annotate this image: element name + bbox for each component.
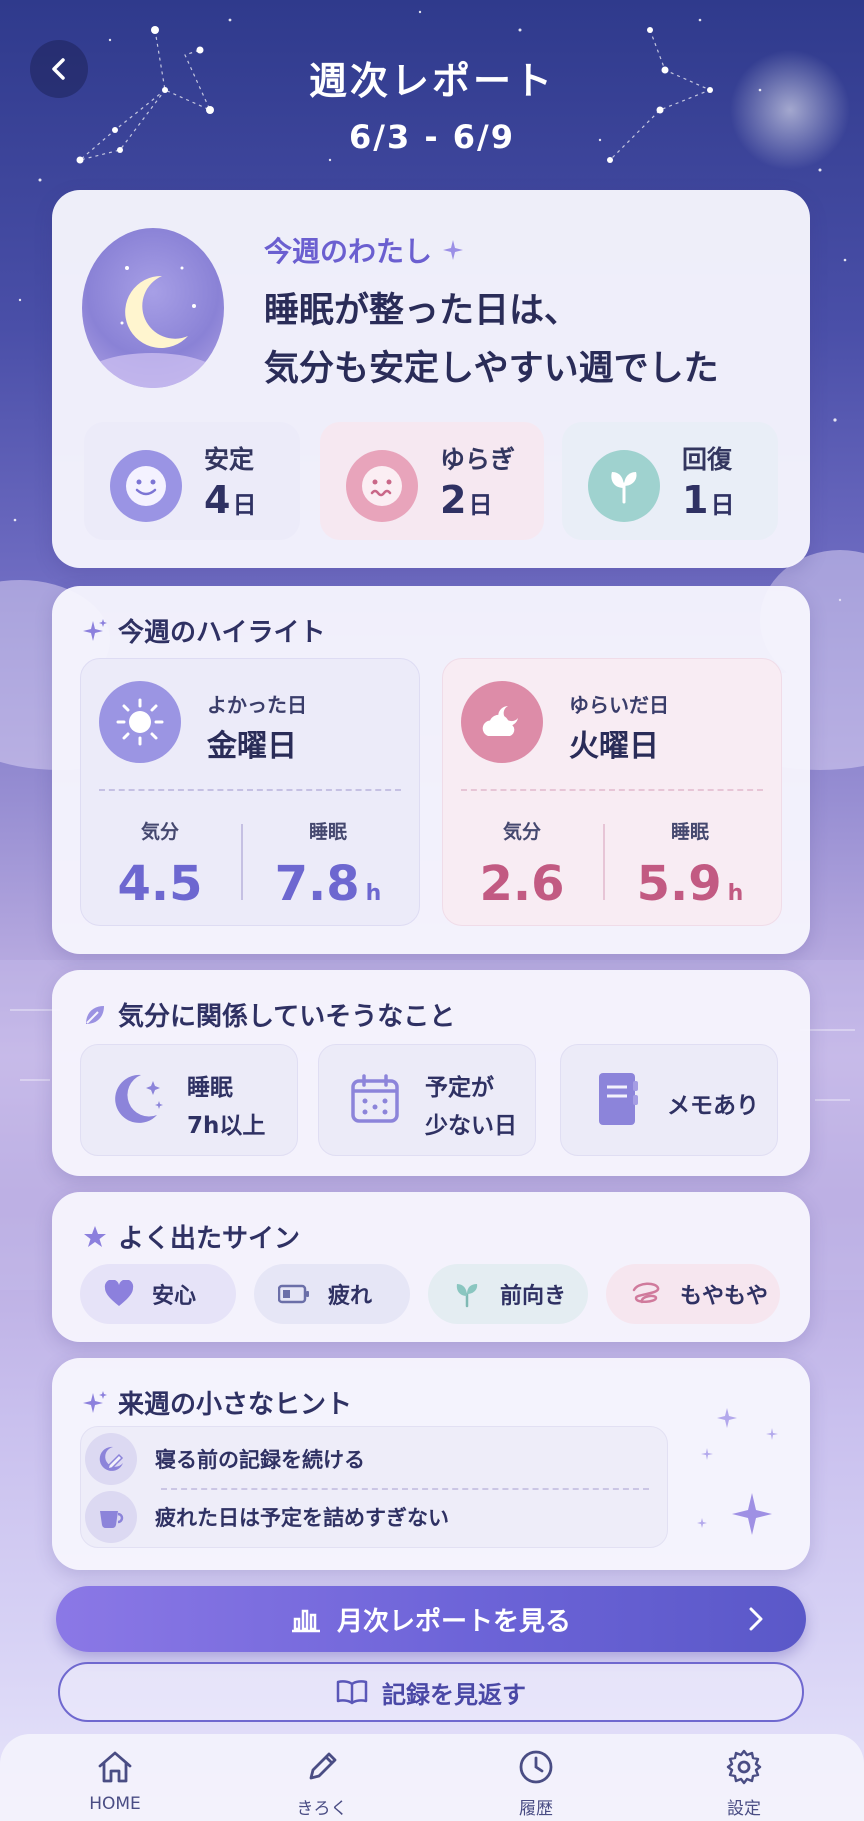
sparkle-icon	[443, 240, 464, 260]
scribble-icon	[632, 1282, 660, 1304]
factor-memo[interactable]: メモあり	[560, 1044, 778, 1156]
sparkle-icon	[83, 1390, 107, 1413]
stat-fluctuating: ゆらぎ 2日	[320, 422, 544, 540]
leaf-sprout-icon	[611, 472, 637, 504]
summary-card: 今週のわたし 睡眠が整った日は、 気分も安定しやすい週でした 安定 4日 ゆらぎ	[52, 190, 810, 568]
monthly-report-button[interactable]: 月次レポートを見る	[56, 1586, 806, 1652]
section-title-hints: 来週の小さなヒント	[82, 1384, 352, 1421]
moon-badge	[82, 228, 224, 388]
hint-item: 寝る前の記録を続ける	[85, 1431, 365, 1487]
moon-stars-icon	[115, 1074, 163, 1123]
tab-record[interactable]: きろく	[262, 1744, 382, 1819]
stat-recovery: 回復 1日	[562, 422, 778, 540]
star-icon	[84, 1225, 106, 1247]
sign-chip-positive[interactable]: 前向き	[428, 1264, 588, 1324]
sign-chip-tired[interactable]: 疲れ	[254, 1264, 410, 1324]
sparkle-icon	[83, 618, 107, 641]
section-title-highlights: 今週のハイライト	[82, 612, 325, 649]
hints-card: 来週の小さなヒント 寝る前の記録を続ける 疲れた日は予定を詰めすぎない	[52, 1358, 810, 1570]
moon-pen-icon	[99, 1446, 124, 1471]
section-title-signs: よく出たサイン	[82, 1218, 300, 1255]
book-icon	[336, 1680, 368, 1705]
sparkles-decoration-icon	[697, 1408, 778, 1535]
section-title-factors: 気分に関係していそうなこと	[82, 996, 455, 1033]
chevron-right-icon	[749, 1607, 763, 1631]
leaf-icon	[86, 1005, 104, 1024]
factor-few-plans[interactable]: 予定が 少ない日	[318, 1044, 536, 1156]
date-range: 6/3 - 6/9	[349, 118, 515, 156]
header: 週次レポート 6/3 - 6/9	[0, 0, 864, 180]
summary-label: 今週のわたし	[264, 230, 464, 270]
teacup-icon	[100, 1511, 124, 1529]
bottom-tab-bar: HOME きろく 履歴 設定	[0, 1734, 864, 1821]
bar-chart-icon	[291, 1609, 320, 1633]
highlight-good-day[interactable]: よかった日 金曜日 気分 4.5 睡眠 7.8 h	[80, 658, 420, 926]
sprout-icon	[456, 1284, 478, 1308]
signs-card: よく出たサイン 安心 疲れ 前向き もやもや	[52, 1192, 810, 1342]
clock-icon	[519, 1750, 553, 1784]
smile-face-icon	[126, 466, 166, 506]
factors-card: 気分に関係していそうなこと 睡眠 7h以上 予定が 少ない日 メモあり	[52, 970, 810, 1176]
tab-history[interactable]: 履歴	[476, 1744, 596, 1819]
page-title: 週次レポート	[308, 59, 555, 103]
sign-chip-relief[interactable]: 安心	[80, 1264, 236, 1324]
home-icon	[98, 1751, 132, 1783]
review-records-button[interactable]: 記録を見返す	[58, 1662, 804, 1722]
heart-icon	[104, 1280, 134, 1306]
summary-message: 睡眠が整った日は、 気分も安定しやすい週でした	[264, 291, 719, 389]
highlight-bad-day[interactable]: ゆらいだ日 火曜日 気分 2.6 睡眠 5.9 h	[442, 658, 782, 926]
hints-list: 寝る前の記録を続ける 疲れた日は予定を詰めすぎない	[80, 1426, 668, 1548]
factor-sleep[interactable]: 睡眠 7h以上	[80, 1044, 298, 1156]
sun-icon	[116, 698, 164, 746]
gear-icon	[726, 1749, 762, 1785]
pencil-icon	[309, 1752, 337, 1780]
wavy-face-icon	[362, 466, 402, 506]
tab-settings[interactable]: 設定	[684, 1744, 804, 1819]
tab-home[interactable]: HOME	[55, 1744, 175, 1814]
notebook-icon	[599, 1073, 638, 1125]
calendar-icon	[351, 1074, 399, 1123]
hint-item: 疲れた日は予定を詰めすぎない	[85, 1489, 449, 1545]
highlights-card: 今週のハイライト よかった日 金曜日 気分 4.5 睡眠 7.8 h ゆらいだ日…	[52, 586, 810, 954]
stat-stable: 安定 4日	[84, 422, 300, 540]
battery-low-icon	[278, 1284, 309, 1304]
sign-chip-gloomy[interactable]: もやもや	[606, 1264, 780, 1324]
cloud-moon-icon	[482, 706, 518, 736]
crescent-moon-icon	[82, 266, 222, 388]
